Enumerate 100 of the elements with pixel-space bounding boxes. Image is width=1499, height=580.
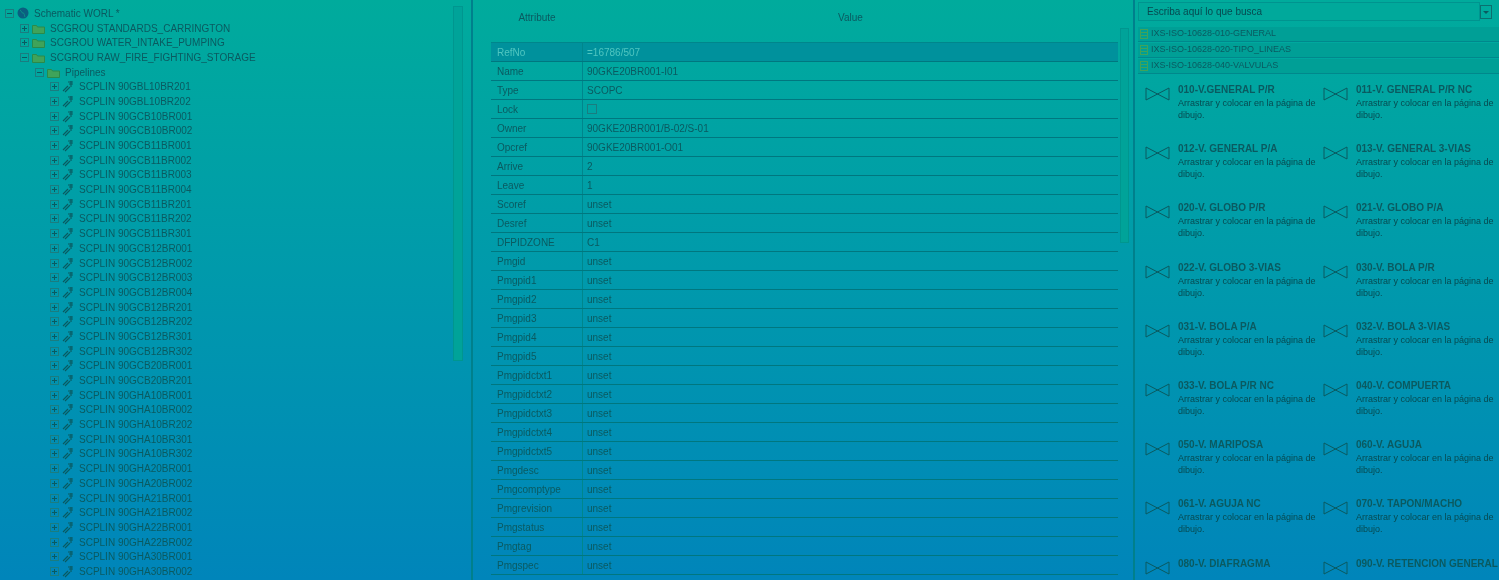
table-row[interactable]: Pmgid unset [491, 252, 1118, 271]
expand-toggle-icon[interactable] [50, 273, 59, 283]
tree-item[interactable]: SCPLIN 90GBL10BR201 [79, 79, 191, 95]
tree-item[interactable]: SCPLIN 90GHA10BR301 [79, 431, 193, 447]
tree-item[interactable]: SCPLIN 90GCB11BR001 [79, 138, 192, 154]
tree-item[interactable]: SCPLIN 90GHA21BR002 [79, 505, 193, 521]
expand-toggle-icon[interactable] [50, 155, 59, 165]
table-row[interactable]: Pmgpidctxt5 unset [491, 442, 1118, 461]
expand-toggle-icon[interactable] [50, 185, 59, 195]
collapse-toggle-icon[interactable] [5, 8, 14, 18]
expand-toggle-icon[interactable] [50, 331, 59, 341]
tree-item[interactable]: SCPLIN 90GHA22BR001 [79, 519, 193, 535]
expand-toggle-icon[interactable] [50, 229, 59, 239]
table-row[interactable]: Pmgdesc unset [491, 461, 1118, 480]
expand-toggle-icon[interactable] [50, 243, 59, 253]
table-row[interactable]: Leave 1 [491, 176, 1118, 195]
expand-toggle-icon[interactable] [50, 405, 59, 415]
expand-toggle-icon[interactable] [50, 420, 59, 430]
shape-item[interactable]: 012-V. GENERAL P/A Arrastrar y colocar en la página de dibujo. [1145, 142, 1323, 202]
expand-toggle-icon[interactable] [50, 449, 59, 459]
tree-item[interactable]: SCPLIN 90GCB20BR201 [79, 373, 193, 389]
table-row[interactable]: Pmgrevision unset [491, 499, 1118, 518]
tree-item[interactable]: SCPLIN 90GHA30BR002 [79, 563, 193, 579]
table-row[interactable]: Pmgspec unset [491, 556, 1118, 575]
collapse-toggle-icon[interactable] [35, 67, 44, 77]
table-row[interactable]: Desref unset [491, 214, 1118, 233]
tree-item[interactable]: SCPLIN 90GCB11BR003 [79, 167, 192, 183]
tree-item[interactable]: SCPLIN 90GCB11BR002 [79, 152, 192, 168]
expand-toggle-icon[interactable] [50, 141, 59, 151]
expand-toggle-icon[interactable] [50, 126, 59, 136]
tree-item[interactable]: SCPLIN 90GCB12BR001 [79, 240, 193, 256]
shape-item[interactable]: 013-V. GENERAL 3-VIAS Arrastrar y colocar en la página de dibujo. [1323, 142, 1499, 202]
tree-item[interactable]: SCPLIN 90GHA10BR002 [79, 402, 193, 418]
expand-toggle-icon[interactable] [50, 493, 59, 503]
expand-toggle-icon[interactable] [50, 214, 59, 224]
tree-item[interactable]: SCPLIN 90GCB12BR003 [79, 270, 193, 286]
expand-toggle-icon[interactable] [50, 478, 59, 488]
expand-toggle-icon[interactable] [50, 317, 59, 327]
tree-item[interactable]: SCPLIN 90GCB11BR301 [79, 226, 192, 242]
table-row[interactable]: Pmgcomptype unset [491, 480, 1118, 499]
table-row[interactable]: Type SCOPC [491, 81, 1118, 100]
expand-toggle-icon[interactable] [50, 258, 59, 268]
tree-item[interactable]: SCPLIN 90GCB11BR202 [79, 211, 192, 227]
shape-item[interactable]: 061-V. AGUJA NC Arrastrar y colocar en la página de dibujo. [1145, 497, 1323, 557]
expand-toggle-icon[interactable] [50, 522, 59, 532]
checkbox[interactable] [587, 104, 597, 114]
collapse-toggle-icon[interactable] [20, 52, 29, 62]
expand-toggle-icon[interactable] [50, 508, 59, 518]
tree-item[interactable]: SCPLIN 90GBL10BR202 [79, 93, 191, 109]
tree-item[interactable]: SCPLIN 90GHA20BR002 [79, 475, 193, 491]
table-row[interactable]: Pmgpidctxt3 unset [491, 404, 1118, 423]
tree-item[interactable]: SCPLIN 90GHA10BR302 [79, 446, 193, 462]
expand-toggle-icon[interactable] [50, 111, 59, 121]
tree-item[interactable]: SCPLIN 90GHA21BR001 [79, 490, 193, 506]
column-header[interactable]: Attribute [491, 9, 583, 25]
table-row[interactable]: Scoref unset [491, 195, 1118, 214]
shape-item[interactable]: 020-V. GLOBO P/R Arrastrar y colocar en la página de dibujo. [1145, 201, 1323, 261]
expand-toggle-icon[interactable] [50, 287, 59, 297]
table-row[interactable]: Pmgpidctxt4 unset [491, 423, 1118, 442]
shape-item[interactable]: 011-V. GENERAL P/R NC Arrastrar y colocar en la página de dibujo. [1323, 83, 1499, 143]
tree-item[interactable]: SCPLIN 90GHA20BR001 [79, 461, 193, 477]
column-header[interactable]: Value [583, 9, 1118, 25]
expand-toggle-icon[interactable] [50, 434, 59, 444]
expand-toggle-icon[interactable] [50, 376, 59, 386]
shape-item[interactable]: 033-V. BOLA P/R NC Arrastrar y colocar en la página de dibujo. [1145, 378, 1323, 439]
expand-toggle-icon[interactable] [50, 552, 59, 562]
scrollbar[interactable] [1120, 28, 1129, 243]
expand-toggle-icon[interactable] [50, 170, 59, 180]
table-row[interactable]: DFPIDZONE C1 [491, 233, 1118, 252]
tree-item[interactable]: SCPLIN 90GHA30BR001 [79, 549, 193, 565]
expand-toggle-icon[interactable] [20, 38, 29, 48]
shape-item[interactable]: 080-V. DIAFRAGMA [1145, 556, 1323, 580]
tree-item[interactable]: SCPLIN 90GHA10BR001 [79, 387, 193, 403]
table-row[interactable]: Pmgtag unset [491, 537, 1118, 556]
shape-item[interactable]: 010-V.GENERAL P/R Arrastrar y colocar en la página de dibujo. [1145, 83, 1323, 143]
expand-toggle-icon[interactable] [50, 302, 59, 312]
table-row[interactable]: Pmgpidctxt2 unset [491, 385, 1118, 404]
search-field[interactable]: Escriba aquí lo que busca [1138, 2, 1480, 21]
table-row[interactable]: Pmgpidctxt1 unset [491, 366, 1118, 385]
shape-item[interactable]: 021-V. GLOBO P/A Arrastrar y colocar en la página de dibujo. [1323, 201, 1499, 261]
tree-item[interactable]: SCPLIN 90GCB11BR004 [79, 182, 192, 198]
tree-item[interactable]: SCGROU WATER_INTAKE_PUMPING [50, 35, 225, 51]
expand-toggle-icon[interactable] [20, 23, 29, 33]
tree-item[interactable]: SCPLIN 90GCB11BR201 [79, 196, 192, 212]
table-row[interactable]: RefNo =16786/507 [491, 43, 1118, 62]
shape-item[interactable]: 090-V. RETENCION GENERAL [1323, 556, 1499, 580]
expand-toggle-icon[interactable] [50, 96, 59, 106]
expand-toggle-icon[interactable] [50, 82, 59, 92]
tree-item[interactable]: SCPLIN 90GCB10BR002 [79, 123, 193, 139]
expand-toggle-icon[interactable] [50, 566, 59, 576]
tree-item[interactable]: Pipelines [65, 64, 106, 80]
tree-item[interactable]: SCPLIN 90GHA22BR002 [79, 534, 193, 550]
expand-toggle-icon[interactable] [50, 537, 59, 547]
tree-item[interactable]: SCPLIN 90GCB10BR001 [79, 108, 193, 124]
tree-item[interactable]: SCPLIN 90GCB12BR301 [79, 328, 193, 344]
shape-item[interactable]: 031-V. BOLA P/A Arrastrar y colocar en la página de dibujo. [1145, 319, 1323, 379]
table-row[interactable]: Pmgpid1 unset [491, 271, 1118, 290]
stencil-header[interactable]: IXS-ISO-10628-010-GENERAL [1138, 27, 1499, 42]
table-row[interactable]: Lock [491, 100, 1118, 119]
table-row[interactable]: Pmgpid3 unset [491, 309, 1118, 328]
